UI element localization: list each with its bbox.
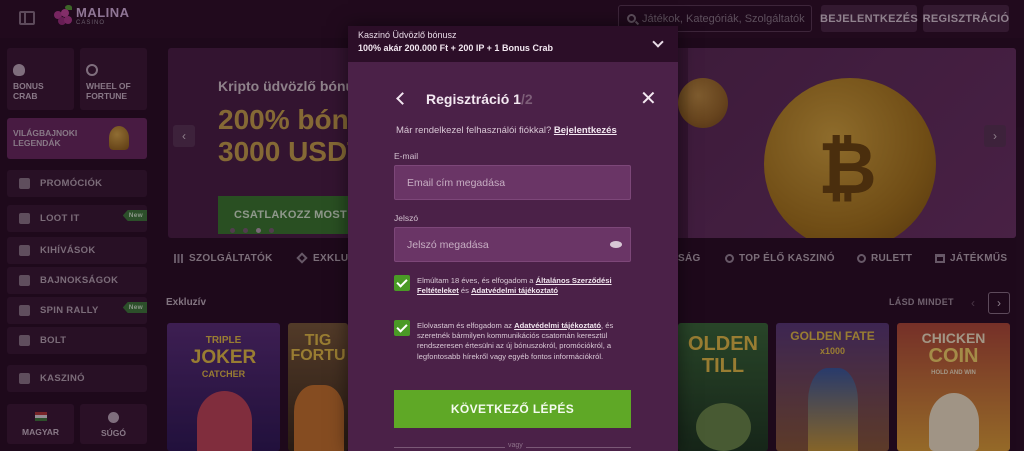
welcome-bonus-bar[interactable]: Kaszinó Üdvözlő bónusz 100% akár 200.000… (348, 26, 678, 62)
modal-title-text: Regisztráció 1 (426, 91, 521, 107)
password-label: Jelszó (394, 213, 419, 223)
consent1-text: Elmúltam 18 éves, és elfogadom a (417, 276, 534, 285)
age-terms-checkbox[interactable] (394, 275, 410, 291)
marketing-consent-checkbox[interactable] (394, 320, 410, 336)
bonus-title: Kaszinó Üdvözlő bónusz (358, 30, 457, 40)
age-terms-text: Elmúltam 18 éves, és elfogadom a Általán… (417, 276, 632, 296)
close-icon[interactable]: ✕ (640, 89, 657, 109)
email-label: E-mail (394, 151, 419, 161)
privacy-link[interactable]: Adatvédelmi tájékoztató (514, 321, 601, 330)
registration-modal: Kaszinó Üdvözlő bónusz 100% akár 200.000… (348, 26, 678, 451)
login-prompt: Már rendelkezel felhasználói fiókkal? Be… (396, 125, 617, 136)
modal-title-step: /2 (520, 91, 533, 107)
email-field[interactable] (394, 165, 631, 200)
modal-title: Regisztráció 1/2 (426, 91, 533, 107)
back-arrow-icon[interactable] (396, 92, 409, 105)
next-step-button[interactable]: KÖVETKEZŐ LÉPÉS (394, 390, 631, 428)
consent2-text: Elolvastam és elfogadom az (417, 321, 512, 330)
eye-icon[interactable] (610, 241, 622, 248)
privacy-link[interactable]: Adatvédelmi tájékoztató (471, 286, 558, 295)
login-prompt-text: Már rendelkezel felhasználói fiókkal? (396, 125, 552, 136)
bonus-details: 100% akár 200.000 Ft + 200 IP + 1 Bonus … (358, 43, 553, 53)
password-field[interactable] (394, 227, 631, 262)
marketing-consent-text: Elolvastam és elfogadom az Adatvédelmi t… (417, 321, 632, 362)
or-label: vagy (505, 442, 526, 449)
login-link[interactable]: Bejelentkezés (554, 125, 617, 136)
consent1-mid: és (460, 286, 469, 296)
